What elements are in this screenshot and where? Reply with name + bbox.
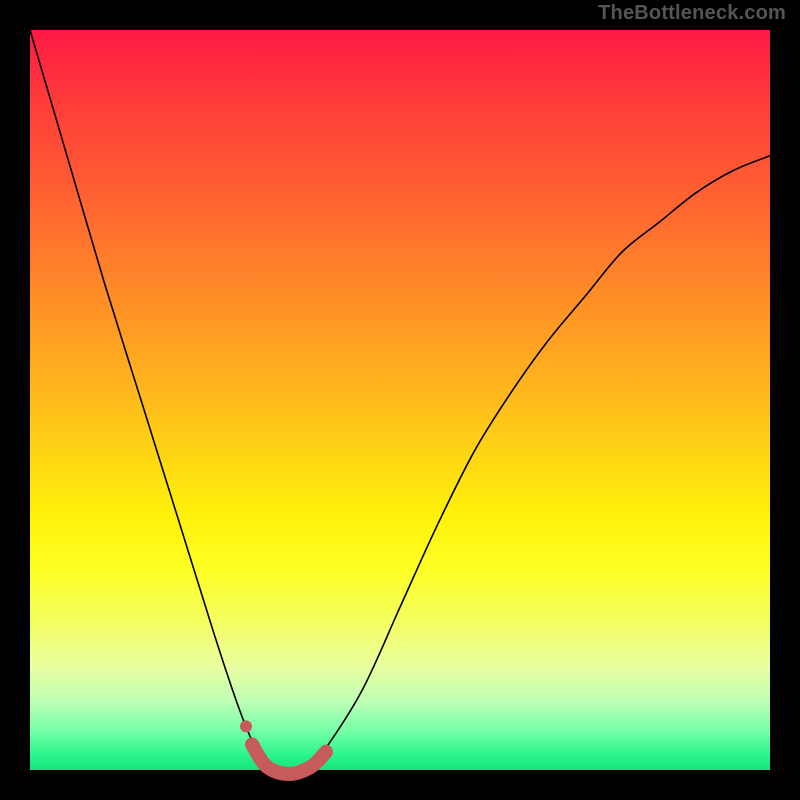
optimal-region-highlight <box>252 744 326 774</box>
bottleneck-curve <box>30 30 770 770</box>
chart-frame: TheBottleneck.com <box>0 0 800 800</box>
optimal-region-start-dot <box>240 720 252 732</box>
chart-svg <box>30 30 770 770</box>
watermark-text: TheBottleneck.com <box>598 2 786 25</box>
plot-area <box>30 30 770 770</box>
